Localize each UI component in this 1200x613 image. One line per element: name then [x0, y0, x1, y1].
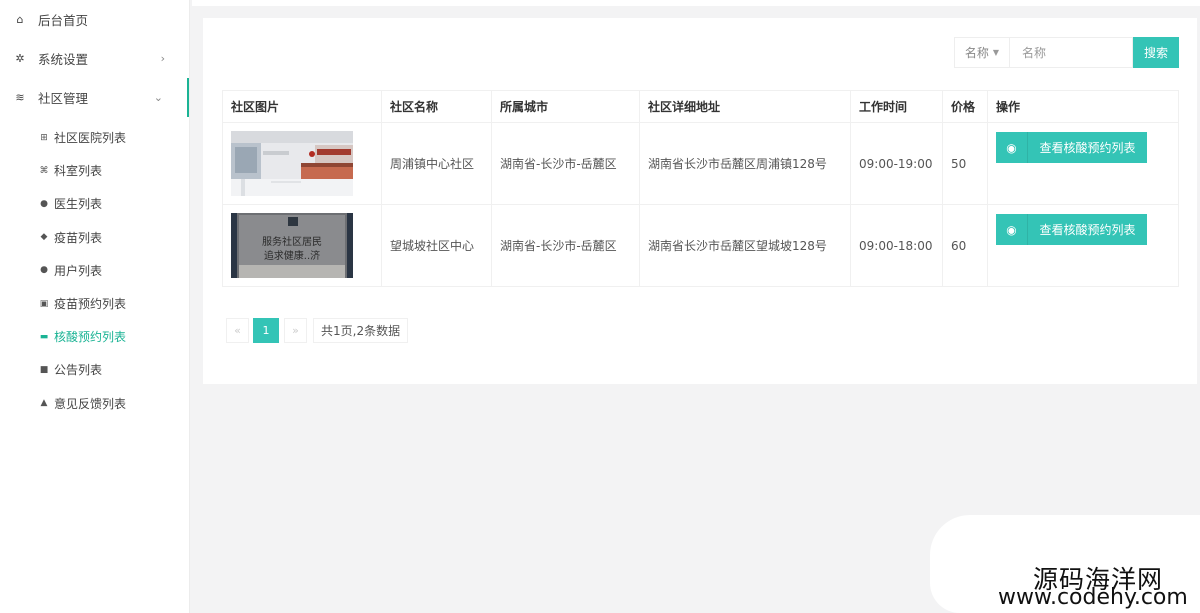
community-table: 社区图片 社区名称 所属城市 社区详细地址 工作时间 价格 操作 周浦镇中心社区… — [222, 90, 1179, 287]
search-field-select[interactable]: 名称 ▼ — [954, 37, 1009, 68]
calendar-icon: ▣ — [39, 298, 49, 309]
sidebar-item-label: 疫苗列表 — [54, 230, 103, 245]
user-circle-icon: ● — [40, 198, 48, 209]
next-page-button[interactable]: » — [284, 318, 307, 343]
cell-hours: 09:00-19:00 — [850, 122, 943, 205]
sidebar-item-department-list[interactable]: ⌘ 科室列表 — [0, 154, 189, 187]
column-header: 社区详细地址 — [639, 90, 851, 123]
sidebar-item-feedback-list[interactable]: ▲ 意见反馈列表 — [0, 387, 189, 420]
search-field-label: 名称 — [964, 46, 989, 60]
cell-address: 湖南省长沙市岳麓区周浦镇128号 — [639, 122, 851, 205]
gear-icon: ✲ — [15, 52, 25, 65]
chevron-down-icon: ⌄ — [153, 91, 163, 104]
column-header: 价格 — [942, 90, 988, 123]
user-circle-icon: ● — [40, 265, 48, 276]
submenu: ⊞ 社区医院列表 ⌘ 科室列表 ● 医生列表 ◆ 疫苗列表 ● 用户列表 ▣ 疫… — [0, 117, 189, 420]
nav-item-community-management[interactable]: ≋ 社区管理 ⌄ — [0, 78, 189, 117]
nav-item-system-settings[interactable]: ✲ 系统设置 › — [0, 39, 189, 78]
sign-text-line: 追求健康..济 — [264, 249, 320, 262]
nav-item-label: 后台首页 — [38, 13, 89, 28]
view-nucleic-bookings-button[interactable]: ◉ 查看核酸预约列表 — [996, 214, 1147, 245]
column-header: 所属城市 — [491, 90, 640, 123]
sidebar-item-label: 用户列表 — [54, 263, 103, 278]
sidebar-item-label: 科室列表 — [54, 164, 103, 179]
community-photo — [231, 131, 353, 196]
pagination: « 1 » 共1页,2条数据 — [226, 318, 409, 343]
column-header: 工作时间 — [850, 90, 943, 123]
button-label: 查看核酸预约列表 — [1039, 223, 1136, 237]
top-strip — [192, 0, 1200, 6]
cell-community-name: 周浦镇中心社区 — [381, 122, 492, 205]
table-header-row: 社区图片 社区名称 所属城市 社区详细地址 工作时间 价格 操作 — [222, 90, 1179, 123]
caret-down-icon: ▼ — [992, 48, 1000, 57]
sidebar-item-hospital-list[interactable]: ⊞ 社区医院列表 — [0, 121, 189, 154]
content-panel: 名称 ▼ 搜索 社区图片 社区名称 所属城市 社区详细地址 工作时间 价格 操作 — [203, 18, 1197, 384]
button-label: 查看核酸预约列表 — [1039, 141, 1136, 155]
sidebar-item-label: 核酸预约列表 — [54, 330, 127, 345]
table-row: 周浦镇中心社区 湖南省-长沙市-岳麓区 湖南省长沙市岳麓区周浦镇128号 09:… — [222, 122, 1179, 205]
table-row: 服务社区居民 追求健康..济 望城坡社区中心 湖南省-长沙市-岳麓区 湖南省长沙… — [222, 204, 1179, 287]
sidebar-item-doctor-list[interactable]: ● 医生列表 — [0, 187, 189, 220]
nav-item-dashboard[interactable]: ⌂ 后台首页 — [0, 0, 189, 39]
page-1-button[interactable]: 1 — [253, 318, 279, 343]
prev-page-button[interactable]: « — [226, 318, 249, 343]
cell-city: 湖南省-长沙市-岳麓区 — [491, 122, 640, 205]
notice-icon: ■ — [39, 364, 49, 375]
command-icon: ⌘ — [39, 165, 49, 176]
community-photo: 服务社区居民 追求健康..济 — [231, 213, 353, 278]
search-bar: 名称 ▼ 搜索 — [954, 37, 1179, 68]
pagination-info: 共1页,2条数据 — [313, 318, 409, 343]
search-input[interactable] — [1009, 37, 1133, 68]
chevron-right-icon: › — [160, 52, 165, 65]
sidebar-item-vaccine-booking-list[interactable]: ▣ 疫苗预约列表 — [0, 287, 189, 320]
sidebar: ⌂ 后台首页 ✲ 系统设置 › ≋ 社区管理 ⌄ ⊞ 社区医院列表 ⌘ 科室列表… — [0, 0, 190, 613]
nav-item-label: 系统设置 — [38, 52, 89, 67]
sidebar-item-nucleic-booking-list[interactable]: ▬ 核酸预约列表 — [0, 320, 189, 353]
home-icon: ⌂ — [16, 13, 24, 26]
sidebar-item-user-list[interactable]: ● 用户列表 — [0, 254, 189, 287]
cell-address: 湖南省长沙市岳麓区望城坡128号 — [639, 204, 851, 287]
sidebar-item-label: 疫苗预约列表 — [54, 297, 127, 312]
sign-text-line: 服务社区居民 — [262, 235, 322, 248]
column-header: 社区图片 — [222, 90, 382, 123]
view-nucleic-bookings-button[interactable]: ◉ 查看核酸预约列表 — [996, 132, 1147, 163]
cell-city: 湖南省-长沙市-岳麓区 — [491, 204, 640, 287]
sidebar-item-notice-list[interactable]: ■ 公告列表 — [0, 353, 189, 386]
column-header: 操作 — [987, 90, 1179, 123]
cell-actions: ◉ 查看核酸预约列表 — [987, 204, 1179, 287]
cell-image — [222, 122, 382, 205]
cell-price: 60 — [942, 204, 988, 287]
watermark-url: www.codehy.com — [998, 585, 1188, 610]
sidebar-item-label: 意见反馈列表 — [54, 396, 127, 411]
sidebar-item-label: 社区医院列表 — [54, 131, 127, 146]
id-card-icon: ▬ — [39, 331, 49, 342]
sidebar-item-vaccine-list[interactable]: ◆ 疫苗列表 — [0, 221, 189, 254]
nav-item-label: 社区管理 — [38, 91, 89, 106]
sidebar-item-label: 公告列表 — [54, 363, 103, 378]
pill-icon: ◆ — [40, 232, 48, 243]
search-button[interactable]: 搜索 — [1133, 37, 1179, 68]
cell-actions: ◉ 查看核酸预约列表 — [987, 122, 1179, 205]
warning-icon: ▲ — [40, 398, 48, 409]
layers-icon: ≋ — [15, 91, 25, 104]
column-header: 社区名称 — [381, 90, 492, 123]
eye-icon: ◉ — [996, 214, 1028, 245]
cell-hours: 09:00-18:00 — [850, 204, 943, 287]
eye-icon: ◉ — [996, 132, 1028, 163]
cell-community-name: 望城坡社区中心 — [381, 204, 492, 287]
cell-image: 服务社区居民 追求健康..济 — [222, 204, 382, 287]
hospital-icon: ⊞ — [40, 132, 48, 143]
cell-price: 50 — [942, 122, 988, 205]
sidebar-item-label: 医生列表 — [54, 197, 103, 212]
